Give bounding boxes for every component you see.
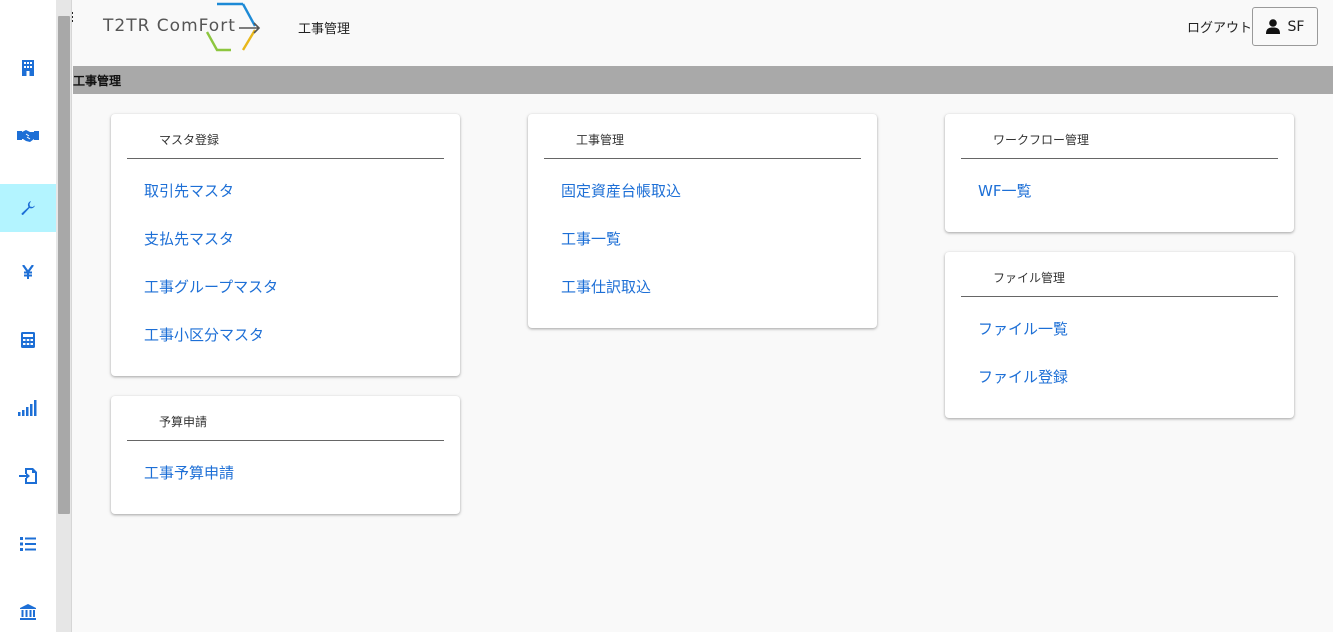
- workflow-management-card: ワークフロー管理 WF一覧: [945, 114, 1294, 232]
- signal-bars-icon: [18, 400, 37, 416]
- sidebar-item-file-import[interactable]: [0, 452, 56, 500]
- handshake-icon: [17, 130, 39, 142]
- sidebar-item-yen[interactable]: [0, 248, 56, 296]
- building-icon: [22, 60, 34, 76]
- link-construction-list[interactable]: 工事一覧: [561, 228, 621, 249]
- link-construction-group-master[interactable]: 工事グループマスタ: [144, 276, 278, 297]
- app-header: T2TR ComFort 工事管理 ログアウト SF: [73, 0, 1333, 66]
- link-construction-budget-application[interactable]: 工事予算申請: [144, 462, 234, 483]
- logout-link[interactable]: ログアウト: [1187, 17, 1252, 36]
- sidebar-item-handshake[interactable]: [0, 112, 56, 160]
- page-title: 工事管理: [298, 22, 351, 37]
- breadcrumb-label: 工事管理: [73, 74, 122, 88]
- card-title: ファイル管理: [993, 271, 1066, 285]
- scrollbar-thumb[interactable]: [58, 16, 70, 514]
- link-client-master[interactable]: 取引先マスタ: [144, 180, 234, 201]
- sidebar-item-list[interactable]: [0, 520, 56, 568]
- card-title: 予算申請: [159, 415, 208, 429]
- card-divider: [544, 158, 861, 159]
- card-title: マスタ登録: [159, 133, 220, 147]
- breadcrumb: 工事管理: [73, 66, 1333, 94]
- sidebar-item-building[interactable]: [0, 44, 56, 92]
- budget-application-card: 予算申請 工事予算申請: [111, 396, 460, 514]
- calculator-icon: [21, 332, 35, 348]
- link-file-registration[interactable]: ファイル登録: [978, 366, 1068, 387]
- card-title: 工事管理: [576, 133, 625, 147]
- yen-icon: [22, 265, 34, 279]
- sidebar: [0, 0, 56, 632]
- file-import-icon: [19, 468, 37, 484]
- link-file-list[interactable]: ファイル一覧: [978, 318, 1068, 339]
- sidebar-item-construction[interactable]: [0, 184, 56, 232]
- app-logo: T2TR ComFort: [103, 2, 263, 54]
- file-management-card: ファイル管理 ファイル一覧 ファイル登録: [945, 252, 1294, 418]
- user-menu-button[interactable]: SF: [1252, 7, 1318, 46]
- logo-hexagon-icon: [205, 2, 261, 52]
- link-construction-journal-import[interactable]: 工事仕訳取込: [561, 276, 651, 297]
- construction-management-card: 工事管理 固定資産台帳取込 工事一覧 工事仕訳取込: [528, 114, 877, 328]
- link-workflow-list[interactable]: WF一覧: [978, 180, 1031, 201]
- list-icon: [20, 537, 36, 551]
- sidebar-item-signal[interactable]: [0, 384, 56, 432]
- card-divider: [961, 158, 1278, 159]
- user-initials: SF: [1287, 18, 1305, 35]
- user-icon: [1265, 19, 1280, 34]
- card-divider: [961, 296, 1278, 297]
- link-payee-master[interactable]: 支払先マスタ: [144, 228, 234, 249]
- card-title: ワークフロー管理: [993, 133, 1090, 147]
- sidebar-item-bank[interactable]: [0, 588, 56, 632]
- wrench-icon: [21, 201, 35, 216]
- sidebar-item-calculator[interactable]: [0, 316, 56, 364]
- link-construction-subcategory-master[interactable]: 工事小区分マスタ: [144, 324, 264, 345]
- master-registration-card: マスタ登録 取引先マスタ 支払先マスタ 工事グループマスタ 工事小区分マスタ: [111, 114, 460, 376]
- card-divider: [127, 440, 444, 441]
- link-fixed-asset-ledger-import[interactable]: 固定資産台帳取込: [561, 180, 681, 201]
- card-divider: [127, 158, 444, 159]
- sidebar-scrollbar[interactable]: [56, 0, 72, 632]
- bank-icon: [20, 604, 36, 620]
